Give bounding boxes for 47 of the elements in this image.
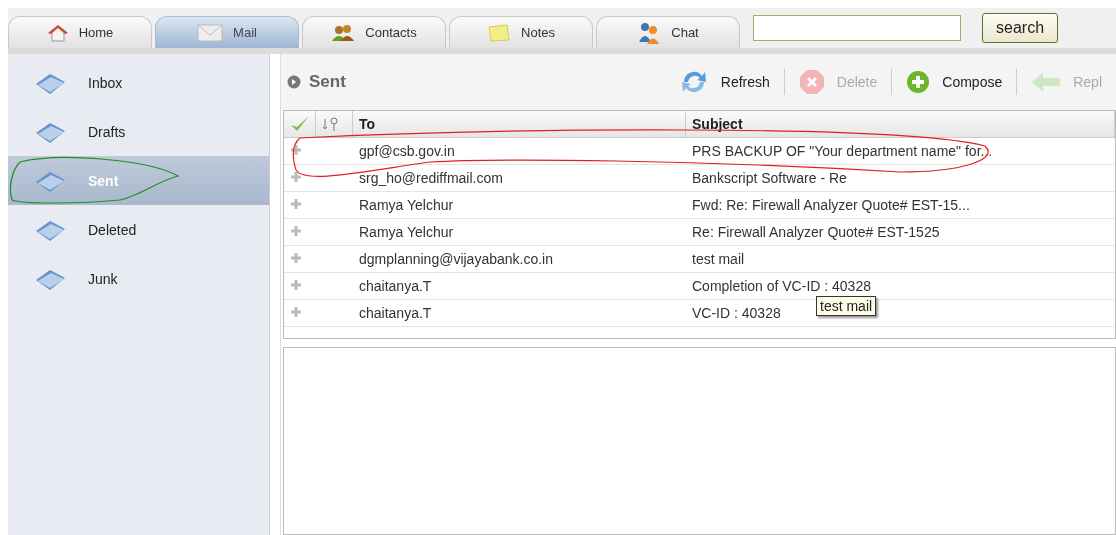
checkmark-icon <box>290 115 310 133</box>
arrow-icon <box>1031 70 1062 94</box>
people-icon <box>637 21 662 44</box>
note-icon <box>487 23 511 42</box>
folder-item[interactable]: Drafts <box>8 107 269 156</box>
folder-item[interactable]: Junk <box>8 254 269 303</box>
table-cell: VC-ID : 40328 <box>692 305 781 321</box>
tab[interactable]: Mail <box>155 16 299 48</box>
search-field[interactable] <box>753 15 961 41</box>
plus-icon <box>290 225 302 237</box>
house-icon <box>46 23 69 42</box>
table-cell: srg_ho@rediffmail.com <box>359 170 503 186</box>
tab[interactable]: Home <box>8 16 152 48</box>
plus-icon <box>290 252 302 264</box>
table-cell: chaitanya.T <box>359 305 432 321</box>
column-header[interactable]: To <box>353 111 686 137</box>
table-cell: chaitanya.T <box>359 278 432 294</box>
table-cell: gpf@csb.gov.in <box>359 143 455 159</box>
toolbar-button[interactable]: Compose <box>892 70 1017 94</box>
table-cell: Bankscript Software - Re <box>692 170 847 186</box>
panel-title: Sent <box>309 72 346 92</box>
table-cell: dgmplanning@vijayabank.co.in <box>359 251 553 267</box>
tooltip: test mail <box>816 296 877 316</box>
table-cell: Ramya Yelchur <box>359 224 454 240</box>
tab[interactable]: Chat <box>596 16 740 48</box>
plus-icon <box>290 306 302 318</box>
table-cell: Completion of VC-ID : 40328 <box>692 278 871 294</box>
plus-icon <box>290 198 302 210</box>
people-icon <box>331 23 356 42</box>
attachment-icon <box>322 116 340 132</box>
plus-icon <box>290 144 302 156</box>
folder-item[interactable]: Deleted <box>8 205 269 254</box>
plus-icon <box>290 279 302 291</box>
folder-item[interactable]: Inbox <box>8 58 269 107</box>
toolbar-button[interactable]: Refresh <box>664 68 784 96</box>
plus-icon <box>906 70 931 94</box>
column-header[interactable]: Subject <box>686 111 1115 137</box>
table-cell: Ramya Yelchur <box>359 197 454 213</box>
tab[interactable]: Notes <box>449 16 593 48</box>
table-cell: Re: Firewall Analyzer Quote# EST-1525 <box>692 224 940 240</box>
tab[interactable]: Contacts <box>302 16 446 48</box>
plus-icon <box>290 171 302 183</box>
table-cell: test mail <box>692 251 745 267</box>
envelope-icon <box>197 23 224 42</box>
table-cell: Fwd: Re: Firewall Analyzer Quote# EST-15... <box>692 197 970 213</box>
search-button[interactable]: search <box>982 13 1059 43</box>
delete-icon <box>798 69 825 95</box>
